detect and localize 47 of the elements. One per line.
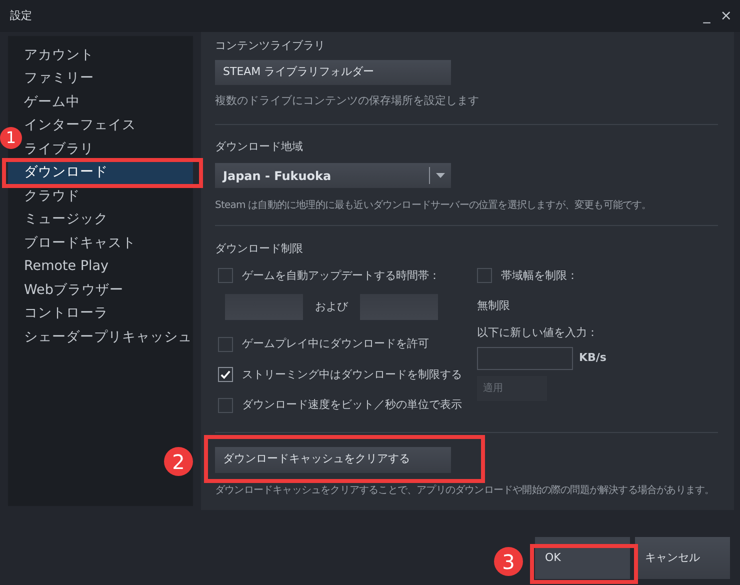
cancel-button[interactable]: キャンセル <box>635 537 730 579</box>
minimize-button[interactable]: _ <box>703 9 710 23</box>
section-heading: ダウンロード制限 <box>215 241 304 257</box>
section-heading: ダウンロード地域 <box>215 138 304 154</box>
checkbox-label: ゲームプレイ中にダウンロードを許可 <box>242 336 429 352</box>
step-badge: 3 <box>494 547 523 576</box>
sidebar-item[interactable]: ゲーム中 <box>24 90 80 114</box>
window-title: 設定 <box>10 8 32 24</box>
checkbox-label: 帯域幅を制限： <box>501 268 578 284</box>
sidebar-item[interactable]: ミュージック <box>24 208 108 231</box>
sidebar-item[interactable]: ブロードキャスト <box>24 231 136 254</box>
sidebar-item[interactable]: シェーダープリキャッシュ <box>24 325 192 348</box>
sidebar-item[interactable]: アカウント <box>24 43 94 66</box>
unit-label: KB/s <box>579 350 606 366</box>
current-limit-text: 無制限 <box>477 298 511 314</box>
checkbox-label: ダウンロード速度をビット／秒の単位で表示 <box>242 397 462 413</box>
sidebar-item[interactable]: ダウンロード <box>8 160 193 184</box>
clear-cache-button[interactable]: ダウンロードキャッシュをクリアする <box>215 446 451 472</box>
caret-icon <box>436 173 445 178</box>
checkbox[interactable] <box>477 268 492 284</box>
close-button[interactable]: × <box>720 9 732 23</box>
ok-button[interactable]: OK <box>535 537 630 579</box>
sidebar-item[interactable]: ファミリー <box>24 66 94 90</box>
between-label: および <box>314 298 349 315</box>
region-dropdown[interactable]: Japan - Fukuoka <box>215 163 451 188</box>
checkbox[interactable] <box>218 336 233 352</box>
checkbox-label: ゲームを自動アップデートする時間帯： <box>242 268 440 284</box>
description-text: 複数のドライブにコンテンツの保存場所を設定します <box>215 93 480 109</box>
sidebar-item[interactable]: インターフェイス <box>24 114 136 137</box>
description-text: ダウンロードキャッシュをクリアすることで、アプリのダウンロードや開始の際の問題が解決する場合があります。 <box>215 484 716 498</box>
prompt-text: 以下に新しい値を入力： <box>477 324 599 340</box>
checkbox-label: ストリーミング中はダウンロードを制限する <box>242 366 462 382</box>
sidebar-item[interactable]: Webブラウザー <box>24 278 124 302</box>
sidebar-item[interactable]: Remote Play <box>24 254 109 278</box>
checkbox[interactable] <box>218 398 233 413</box>
library-folders-button[interactable]: STEAM ライブラリフォルダー <box>215 60 451 85</box>
sidebar-item[interactable]: ライブラリ <box>24 137 94 160</box>
sidebar-item[interactable]: クラウド <box>24 184 80 208</box>
checkbox[interactable] <box>218 367 233 382</box>
section-heading: コンテンツライブラリ <box>215 38 326 54</box>
step-badge: 1 <box>0 127 22 149</box>
checkbox[interactable] <box>218 268 233 284</box>
dropdown-value: Japan - Fukuoka <box>221 168 332 184</box>
sidebar-item[interactable]: コントローラ <box>24 302 108 325</box>
checkmark-icon <box>220 369 231 380</box>
description-text: Steam は自動的に地理的に最も近いダウンロードサーバーの位置を選択しますが、変更も可能です。 <box>215 198 652 213</box>
bandwidth-field[interactable] <box>477 347 573 370</box>
